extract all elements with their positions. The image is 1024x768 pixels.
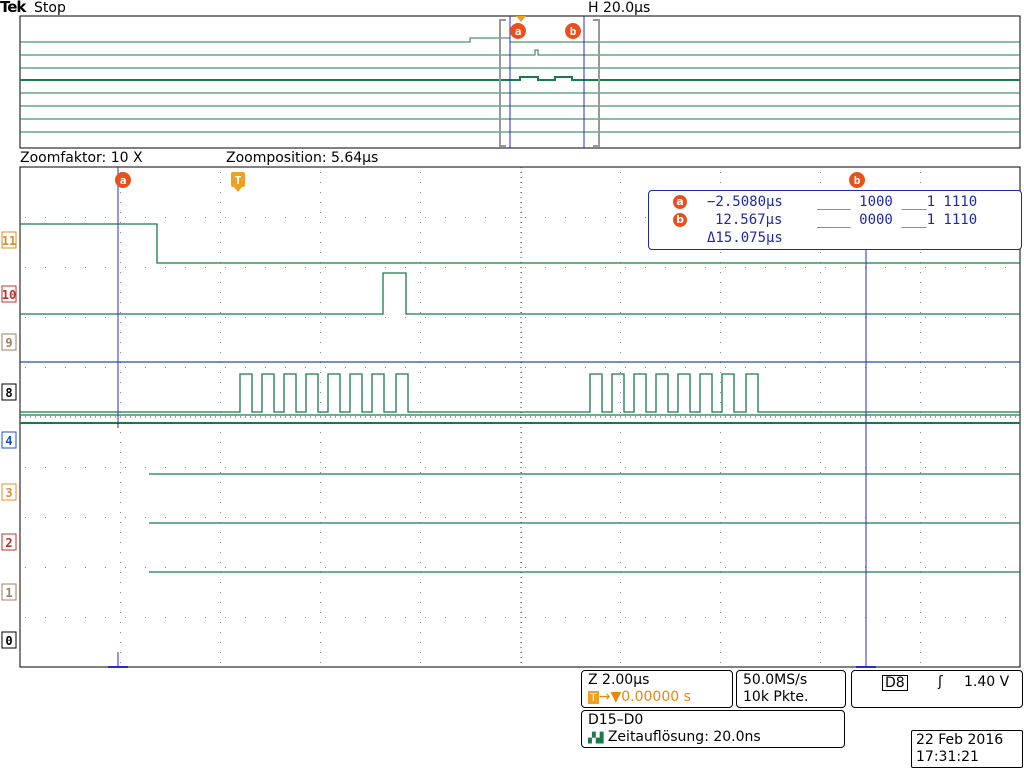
cursor-a-bits: ____ 1000 ___1 1110	[817, 194, 978, 210]
channel-label-d9[interactable]: 9	[1, 333, 17, 351]
cursor-a-marker: a	[115, 172, 131, 188]
svg-text:a: a	[120, 174, 127, 187]
svg-text:T: T	[235, 174, 242, 187]
trigger-source: D8	[882, 675, 908, 691]
cursor-b-time: 12.567µs	[715, 212, 783, 228]
sample-rate: 50.0MS/s	[743, 672, 808, 688]
channel-label-d11[interactable]: 11	[1, 231, 17, 249]
overview-cursor-a-marker: a	[510, 23, 526, 39]
time-resolution-row: ▞▟ Zeitauflösung: 20.0ns	[588, 729, 761, 745]
svg-text:a: a	[515, 25, 522, 38]
trigger-offset: T →▼0.00000 s	[588, 689, 691, 705]
readout-a-badge: a	[673, 195, 687, 209]
svg-text:9: 9	[5, 336, 12, 350]
date: 22 Feb 2016	[916, 732, 1004, 748]
trigger-level: 1.40 V	[964, 674, 1010, 690]
cursor-a-time: −2.5080µs	[707, 194, 783, 210]
bus-name: D15–D0	[588, 712, 644, 728]
cursor-readout[interactable]: a −2.5080µs ____ 1000 ___1 1110 b 12.567…	[648, 190, 1022, 250]
svg-text:11: 11	[2, 234, 16, 248]
sample-rate-box[interactable]: 50.0MS/s 10k Pkte.	[736, 670, 846, 708]
overview-cursor-b-marker: b	[565, 23, 581, 39]
bus-box[interactable]: D15–D0 ▞▟ Zeitauflösung: 20.0ns	[581, 710, 845, 748]
trigger-icon: T	[588, 691, 599, 704]
channel-labels: 11 10 9 8 4 3 2 1 0	[1, 231, 17, 649]
overview-panel[interactable]: a b	[0, 0, 1024, 150]
svg-text:8: 8	[5, 386, 12, 400]
channel-label-d4[interactable]: 4	[1, 431, 17, 449]
svg-text:3: 3	[5, 486, 12, 500]
channel-label-d3[interactable]: 3	[1, 483, 17, 501]
bus-icon: ▞▟	[588, 733, 604, 744]
cursor-delta: Δ15.075µs	[707, 230, 783, 246]
arrow-icon: →▼	[598, 689, 622, 705]
cursor-b-marker: b	[849, 172, 865, 188]
zoom-position: Zoomposition: 5.64µs	[226, 150, 379, 166]
channel-label-d8[interactable]: 8	[1, 383, 17, 401]
svg-text:10: 10	[2, 288, 16, 302]
svg-text:2: 2	[5, 536, 12, 550]
channel-label-d1[interactable]: 1	[1, 583, 17, 601]
time: 17:31:21	[916, 749, 979, 765]
trigger-box[interactable]: D8 ʃ 1.40 V	[851, 670, 1023, 708]
svg-text:1: 1	[5, 586, 12, 600]
channel-label-d2[interactable]: 2	[1, 533, 17, 551]
cursor-b-bits: ____ 0000 ___1 1110	[817, 212, 978, 228]
svg-text:4: 4	[5, 434, 12, 448]
zoom-scale-box[interactable]: Z 2.00µs T →▼0.00000 s	[581, 670, 733, 708]
record-length: 10k Pkte.	[743, 689, 809, 705]
svg-text:b: b	[570, 25, 577, 38]
svg-text:0: 0	[5, 634, 12, 648]
channel-label-d10[interactable]: 10	[1, 285, 17, 303]
readout-b-badge: b	[673, 213, 687, 227]
rising-edge-icon: ʃ	[938, 674, 943, 690]
zoom-scale: Z 2.00µs	[588, 672, 650, 688]
datetime-box: 22 Feb 2016 17:31:21	[911, 730, 1023, 768]
zoom-factor: Zoomfaktor: 10 X	[20, 150, 143, 166]
svg-text:b: b	[854, 174, 861, 187]
channel-label-d0[interactable]: 0	[1, 631, 17, 649]
